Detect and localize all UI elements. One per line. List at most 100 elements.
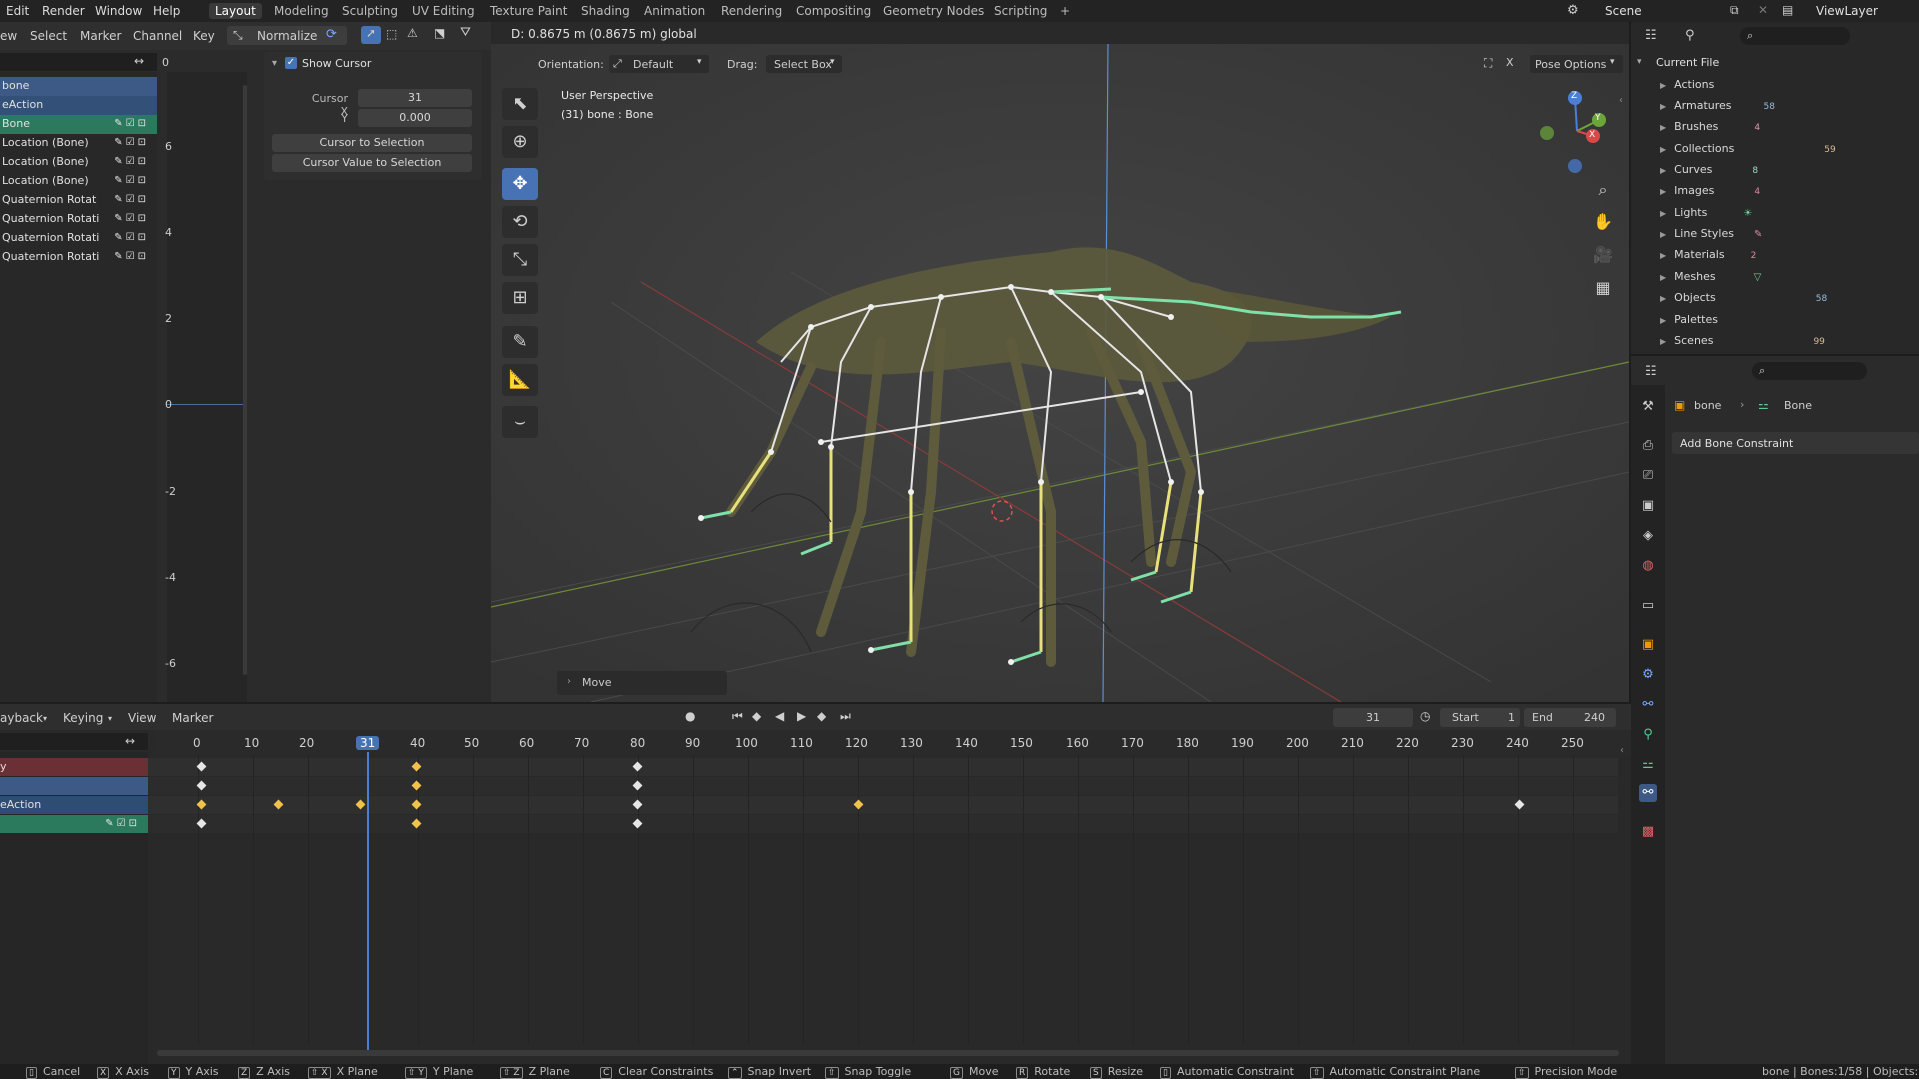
tab-shading[interactable]: Shading <box>575 3 636 19</box>
outliner-item-curves[interactable]: ▶ Curves 8 <box>1660 163 1758 176</box>
tab-animation[interactable]: Animation <box>638 3 711 19</box>
scale-tool-icon[interactable]: ⤡ <box>502 244 538 276</box>
world-tab-icon[interactable]: ◍ <box>1639 557 1657 575</box>
channel-fcurve[interactable]: Quaternion Rotat ✎☑⊡ <box>0 191 157 210</box>
channel-fcurve[interactable]: Quaternion Rotati ✎☑⊡ <box>0 229 157 248</box>
channel-fcurve[interactable]: Quaternion Rotati ✎☑⊡ <box>0 210 157 229</box>
jump-start-icon[interactable]: ⏮ <box>732 709 743 724</box>
properties-editor-icon[interactable]: ☷ <box>1645 364 1657 379</box>
navigation-gizmo[interactable]: Z Y X <box>1537 86 1617 176</box>
channel-bone[interactable]: bone <box>0 77 157 96</box>
tab-layout[interactable]: Layout <box>209 3 262 19</box>
cursor-x-field[interactable]: 31 <box>358 89 472 107</box>
jump-keyframe-back-icon[interactable]: ◆ <box>752 709 761 723</box>
tab-scripting[interactable]: Scripting <box>988 3 1053 19</box>
outliner-search-input[interactable]: ⌕ <box>1740 27 1850 45</box>
tab-rendering[interactable]: Rendering <box>715 3 788 19</box>
playhead[interactable] <box>367 752 369 1052</box>
modifiers-tab-icon[interactable]: ⚙ <box>1639 666 1657 684</box>
zoom-icon[interactable]: ⌕ <box>1590 177 1616 203</box>
swap-icon[interactable]: ↔ <box>125 734 135 748</box>
timeline-menu-view[interactable]: View <box>128 711 156 725</box>
tab-sculpting[interactable]: Sculpting <box>336 3 404 19</box>
tab-modeling[interactable]: Modeling <box>268 3 335 19</box>
jump-keyframe-forward-icon[interactable]: ◆ <box>817 709 826 723</box>
armature-tab-icon[interactable]: ⚲ <box>1639 726 1657 744</box>
channel-toggle-icons[interactable]: ✎☑⊡ <box>114 251 149 262</box>
measure-tool-icon[interactable]: 📐 <box>502 364 538 396</box>
channel-fcurve[interactable]: Location (Bone) ✎☑⊡ <box>0 134 157 153</box>
dope-channel-object[interactable] <box>0 777 148 795</box>
outliner-item-collections[interactable]: ▶ Collections 59 <box>1660 142 1836 155</box>
ortho-grid-icon[interactable]: ▦ <box>1590 275 1616 301</box>
menu-window[interactable]: Window <box>95 4 142 18</box>
menu-edit[interactable]: Edit <box>6 4 29 18</box>
show-cursor-checkbox[interactable]: ✓ <box>285 57 297 69</box>
add-workspace-button[interactable]: + <box>1054 3 1076 19</box>
channel-bone-group[interactable]: Bone ✎☑⊡ <box>0 115 157 134</box>
play-reverse-icon[interactable]: ◀ <box>775 709 784 723</box>
channel-toggle-icons[interactable]: ✎☑⊡ <box>114 137 149 148</box>
cursor-y-field[interactable]: 0.000 <box>358 109 472 127</box>
graph-scrollbar[interactable] <box>243 85 247 675</box>
start-frame-field[interactable]: Start 1 <box>1440 708 1520 727</box>
proportional-icon[interactable]: ⬔ <box>434 26 445 40</box>
channel-toggle-icons[interactable]: ✎☑⊡ <box>114 213 149 224</box>
transform-tool-icon[interactable]: ⊞ <box>502 282 538 314</box>
x-mirror-icon[interactable]: X <box>1506 56 1514 69</box>
channel-fcurve[interactable]: Quaternion Rotati ✎☑⊡ <box>0 248 157 267</box>
current-frame-field[interactable]: 31 <box>1333 708 1413 727</box>
graph-menu-key[interactable]: Key <box>193 29 215 43</box>
sidebar-toggle-icon[interactable]: ‹ <box>1619 95 1623 106</box>
outliner-item-line-styles[interactable]: ▶ Line Styles ✎ <box>1660 227 1762 240</box>
warning-icon[interactable]: ⚠ <box>407 26 418 40</box>
outliner-item-scenes[interactable]: ▶ Scenes 99 <box>1660 334 1825 347</box>
timeline-menu-keying[interactable]: Keying <box>63 711 103 725</box>
channel-toggle-icons[interactable]: ✎☑⊡ <box>105 818 140 829</box>
view-layer-name[interactable]: ViewLayer <box>1816 4 1878 18</box>
graph-canvas[interactable] <box>167 72 247 702</box>
scene-tab-icon[interactable]: ◈ <box>1639 527 1657 545</box>
outliner-editor-icon[interactable]: ☷ <box>1645 28 1657 43</box>
tool-tab-icon[interactable]: ⚒ <box>1639 398 1657 416</box>
scene-name[interactable]: Scene <box>1605 4 1642 18</box>
outliner-item-actions[interactable]: ▶ Actions <box>1660 78 1714 91</box>
outliner-root[interactable]: Current File <box>1656 56 1719 69</box>
channel-fcurve[interactable]: Location (Bone) ✎☑⊡ <box>0 172 157 191</box>
pose-options-dropdown[interactable]: Pose Options ▾ <box>1530 55 1623 73</box>
view-layer-icon[interactable]: ▤ <box>1782 3 1793 17</box>
outliner-item-palettes[interactable]: ▶ Palettes <box>1660 313 1718 326</box>
outliner-item-brushes[interactable]: ▶ Brushes 4 <box>1660 120 1760 133</box>
channel-toggle-icons[interactable]: ✎☑⊡ <box>114 194 149 205</box>
graph-menu-channel[interactable]: Channel <box>133 29 182 43</box>
channel-toggle-icons[interactable]: ✎☑⊡ <box>114 118 149 129</box>
tab-geometry-nodes[interactable]: Geometry Nodes <box>877 3 990 19</box>
channel-toggle-icons[interactable]: ✎☑⊡ <box>114 175 149 186</box>
menu-render[interactable]: Render <box>42 4 85 18</box>
play-icon[interactable]: ▶ <box>797 709 806 723</box>
3d-viewport[interactable] <box>491 42 1629 702</box>
current-frame-marker[interactable]: 31 <box>356 736 380 750</box>
outliner-item-meshes[interactable]: ▶ Meshes ▽ <box>1660 270 1761 283</box>
output-tab-icon[interactable]: ⎚ <box>1639 467 1657 485</box>
properties-search-input[interactable]: ⌕ <box>1752 362 1867 380</box>
collapse-icon[interactable]: ▾ <box>272 58 277 69</box>
bone-constraint-tab-icon[interactable]: ⚯ <box>1639 784 1657 802</box>
timeline-menu-marker[interactable]: Marker <box>172 711 213 725</box>
timeline-menu-playback[interactable]: ayback <box>0 711 43 725</box>
channel-toggle-icons[interactable]: ✎☑⊡ <box>114 232 149 243</box>
tab-compositing[interactable]: Compositing <box>790 3 877 19</box>
swap-icon[interactable]: ↔ <box>134 54 144 68</box>
snap-icon[interactable]: ⛶ <box>1484 56 1492 71</box>
outliner-item-lights[interactable]: ▶ Lights ☀ <box>1660 206 1752 219</box>
select-tool-icon[interactable]: ⬉ <box>502 88 538 120</box>
camera-icon[interactable]: 🎥 <box>1590 242 1616 268</box>
last-operator-panel[interactable]: › Move <box>557 671 727 695</box>
dope-channel-action[interactable]: eAction <box>0 796 148 814</box>
record-icon[interactable]: ● <box>685 709 695 723</box>
outliner-item-images[interactable]: ▶ Images 4 <box>1660 184 1760 197</box>
menu-help[interactable]: Help <box>153 4 180 18</box>
close-scene-icon[interactable]: ✕ <box>1758 3 1768 17</box>
dope-channel-bone[interactable]: ✎☑⊡ <box>0 815 148 833</box>
annotate-tool-icon[interactable]: ✎ <box>502 326 538 358</box>
